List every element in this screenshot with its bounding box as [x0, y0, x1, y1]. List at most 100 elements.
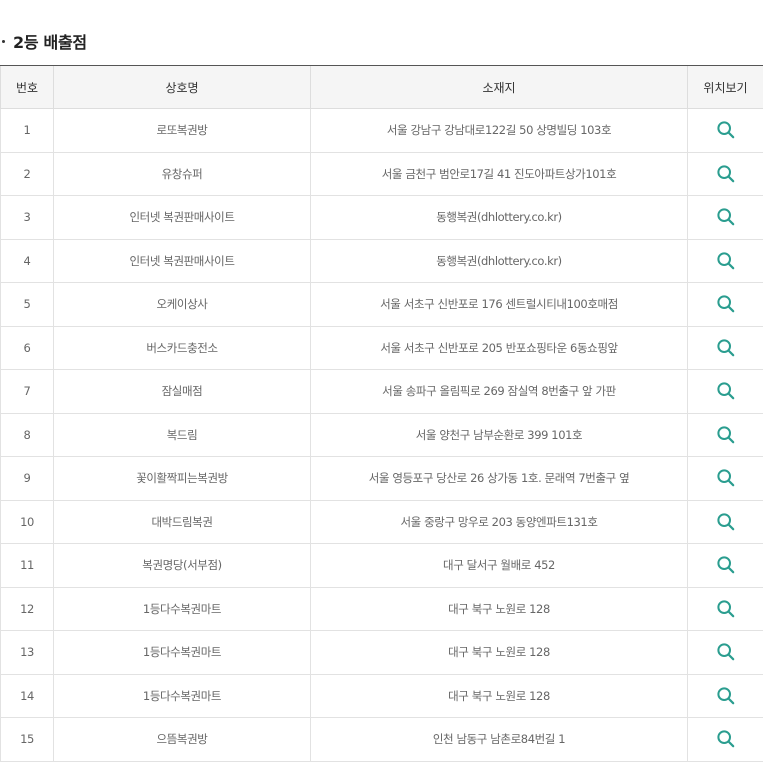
table-row: 11 복권명당(서부점) 대구 달서구 월배로 452 — [0, 543, 763, 588]
table-row: 6 버스카드충전소 서울 서초구 신반포로 205 반포쇼핑타운 6동쇼핑앞 — [0, 326, 763, 370]
table-row: 15 으뜸복권방 인천 남동구 남촌로84번길 1 — [0, 717, 763, 762]
row-number: 8 — [0, 413, 54, 457]
store-address: 서울 양천구 남부순환로 399 101호 — [310, 413, 688, 457]
table-row: 1 로또복권방 서울 강남구 강남대로122길 50 상명빌딩 103호 — [0, 108, 763, 153]
store-name: 로또복권방 — [53, 108, 311, 153]
view-location-button[interactable] — [716, 164, 736, 184]
view-location-button[interactable] — [716, 207, 736, 227]
view-location-button[interactable] — [716, 686, 736, 706]
store-name: 1등다수복권마트 — [53, 630, 311, 675]
view-location-button[interactable] — [716, 729, 736, 749]
table-row: 5 오케이상사 서울 서초구 신반포로 176 센트럴시티내100호매점 — [0, 282, 763, 327]
view-location-button[interactable] — [716, 555, 736, 575]
table-row: 3 인터넷 복권판매사이트 동행복권(dhlottery.co.kr) — [0, 195, 763, 240]
view-location-button[interactable] — [716, 468, 736, 488]
location-cell — [687, 108, 763, 153]
store-address: 동행복권(dhlottery.co.kr) — [310, 195, 688, 240]
store-name: 꽃이활짝피는복권방 — [53, 456, 311, 501]
header-row: 번호 상호명 소재지 위치보기 — [0, 65, 763, 109]
location-cell — [687, 239, 763, 283]
view-location-button[interactable] — [716, 338, 736, 358]
store-address: 서울 송파구 올림픽로 269 잠실역 8번출구 앞 가판 — [310, 369, 688, 414]
store-address: 대구 북구 노원로 128 — [310, 630, 688, 675]
search-icon — [716, 426, 734, 444]
store-address: 서울 서초구 신반포로 205 반포쇼핑타운 6동쇼핑앞 — [310, 326, 688, 370]
header-location: 위치보기 — [687, 65, 763, 109]
store-name: 대박드림복권 — [53, 500, 311, 544]
search-icon — [716, 513, 734, 531]
row-number: 7 — [0, 369, 54, 414]
store-name: 오케이상사 — [53, 282, 311, 327]
location-cell — [687, 152, 763, 196]
store-name: 1등다수복권마트 — [53, 674, 311, 718]
store-address: 서울 서초구 신반포로 176 센트럴시티내100호매점 — [310, 282, 688, 327]
section-title: 2등 배출점 — [2, 30, 87, 52]
search-icon — [716, 643, 734, 661]
section-title-text: 2등 배출점 — [13, 33, 87, 52]
search-icon — [716, 165, 734, 183]
search-icon — [716, 121, 734, 139]
search-icon — [716, 469, 734, 487]
table-row: 2 유창슈퍼 서울 금천구 범안로17길 41 진도아파트상가101호 — [0, 152, 763, 196]
store-name: 복권명당(서부점) — [53, 543, 311, 588]
row-number: 12 — [0, 587, 54, 631]
store-name: 인터넷 복권판매사이트 — [53, 195, 311, 240]
store-name: 잠실매점 — [53, 369, 311, 414]
store-address: 서울 금천구 범안로17길 41 진도아파트상가101호 — [310, 152, 688, 196]
table-row: 12 1등다수복권마트 대구 북구 노원로 128 — [0, 587, 763, 631]
search-icon — [716, 556, 734, 574]
search-icon — [716, 208, 734, 226]
view-location-button[interactable] — [716, 294, 736, 314]
store-address: 인천 남동구 남촌로84번길 1 — [310, 717, 688, 762]
location-cell — [687, 500, 763, 544]
row-number: 15 — [0, 717, 54, 762]
row-number: 11 — [0, 543, 54, 588]
store-name: 복드림 — [53, 413, 311, 457]
location-cell — [687, 326, 763, 370]
search-icon — [716, 730, 734, 748]
view-location-button[interactable] — [716, 599, 736, 619]
store-address: 서울 강남구 강남대로122길 50 상명빌딩 103호 — [310, 108, 688, 153]
header-address: 소재지 — [310, 65, 688, 109]
view-location-button[interactable] — [716, 120, 736, 140]
table-header: 번호 상호명 소재지 위치보기 — [0, 65, 763, 109]
view-location-button[interactable] — [716, 381, 736, 401]
search-icon — [716, 600, 734, 618]
view-location-button[interactable] — [716, 425, 736, 445]
table-row: 7 잠실매점 서울 송파구 올림픽로 269 잠실역 8번출구 앞 가판 — [0, 369, 763, 414]
view-location-button[interactable] — [716, 512, 736, 532]
view-location-button[interactable] — [716, 251, 736, 271]
view-location-button[interactable] — [716, 642, 736, 662]
row-number: 2 — [0, 152, 54, 196]
table-body: 1 로또복권방 서울 강남구 강남대로122길 50 상명빌딩 103호 2 유창슈퍼 서… — [0, 108, 763, 762]
table-row: 8 복드림 서울 양천구 남부순환로 399 101호 — [0, 413, 763, 457]
store-address: 동행복권(dhlottery.co.kr) — [310, 239, 688, 283]
location-cell — [687, 456, 763, 501]
row-number: 6 — [0, 326, 54, 370]
table-row: 14 1등다수복권마트 대구 북구 노원로 128 — [0, 674, 763, 718]
store-address: 서울 영등포구 당산로 26 상가동 1호. 문래역 7번출구 옆 — [310, 456, 688, 501]
search-icon — [716, 252, 734, 270]
location-cell — [687, 717, 763, 762]
location-cell — [687, 630, 763, 675]
search-icon — [716, 339, 734, 357]
row-number: 5 — [0, 282, 54, 327]
store-address: 대구 북구 노원로 128 — [310, 674, 688, 718]
store-name: 유창슈퍼 — [53, 152, 311, 196]
header-name: 상호명 — [53, 65, 311, 109]
winner-stores-table: 번호 상호명 소재지 위치보기 1 로또복권방 서울 강남구 강남대로122길 50… — [0, 65, 763, 762]
table-row: 4 인터넷 복권판매사이트 동행복권(dhlottery.co.kr) — [0, 239, 763, 283]
store-name: 1등다수복권마트 — [53, 587, 311, 631]
location-cell — [687, 543, 763, 588]
store-address: 대구 북구 노원로 128 — [310, 587, 688, 631]
search-icon — [716, 687, 734, 705]
table-row: 13 1등다수복권마트 대구 북구 노원로 128 — [0, 630, 763, 675]
store-address: 서울 중랑구 망우로 203 동양엔파트131호 — [310, 500, 688, 544]
row-number: 1 — [0, 108, 54, 153]
table-row: 9 꽃이활짝피는복권방 서울 영등포구 당산로 26 상가동 1호. 문래역 7번출… — [0, 456, 763, 501]
store-name: 으뜸복권방 — [53, 717, 311, 762]
row-number: 9 — [0, 456, 54, 501]
row-number: 14 — [0, 674, 54, 718]
row-number: 10 — [0, 500, 54, 544]
title-bullet — [2, 40, 5, 43]
